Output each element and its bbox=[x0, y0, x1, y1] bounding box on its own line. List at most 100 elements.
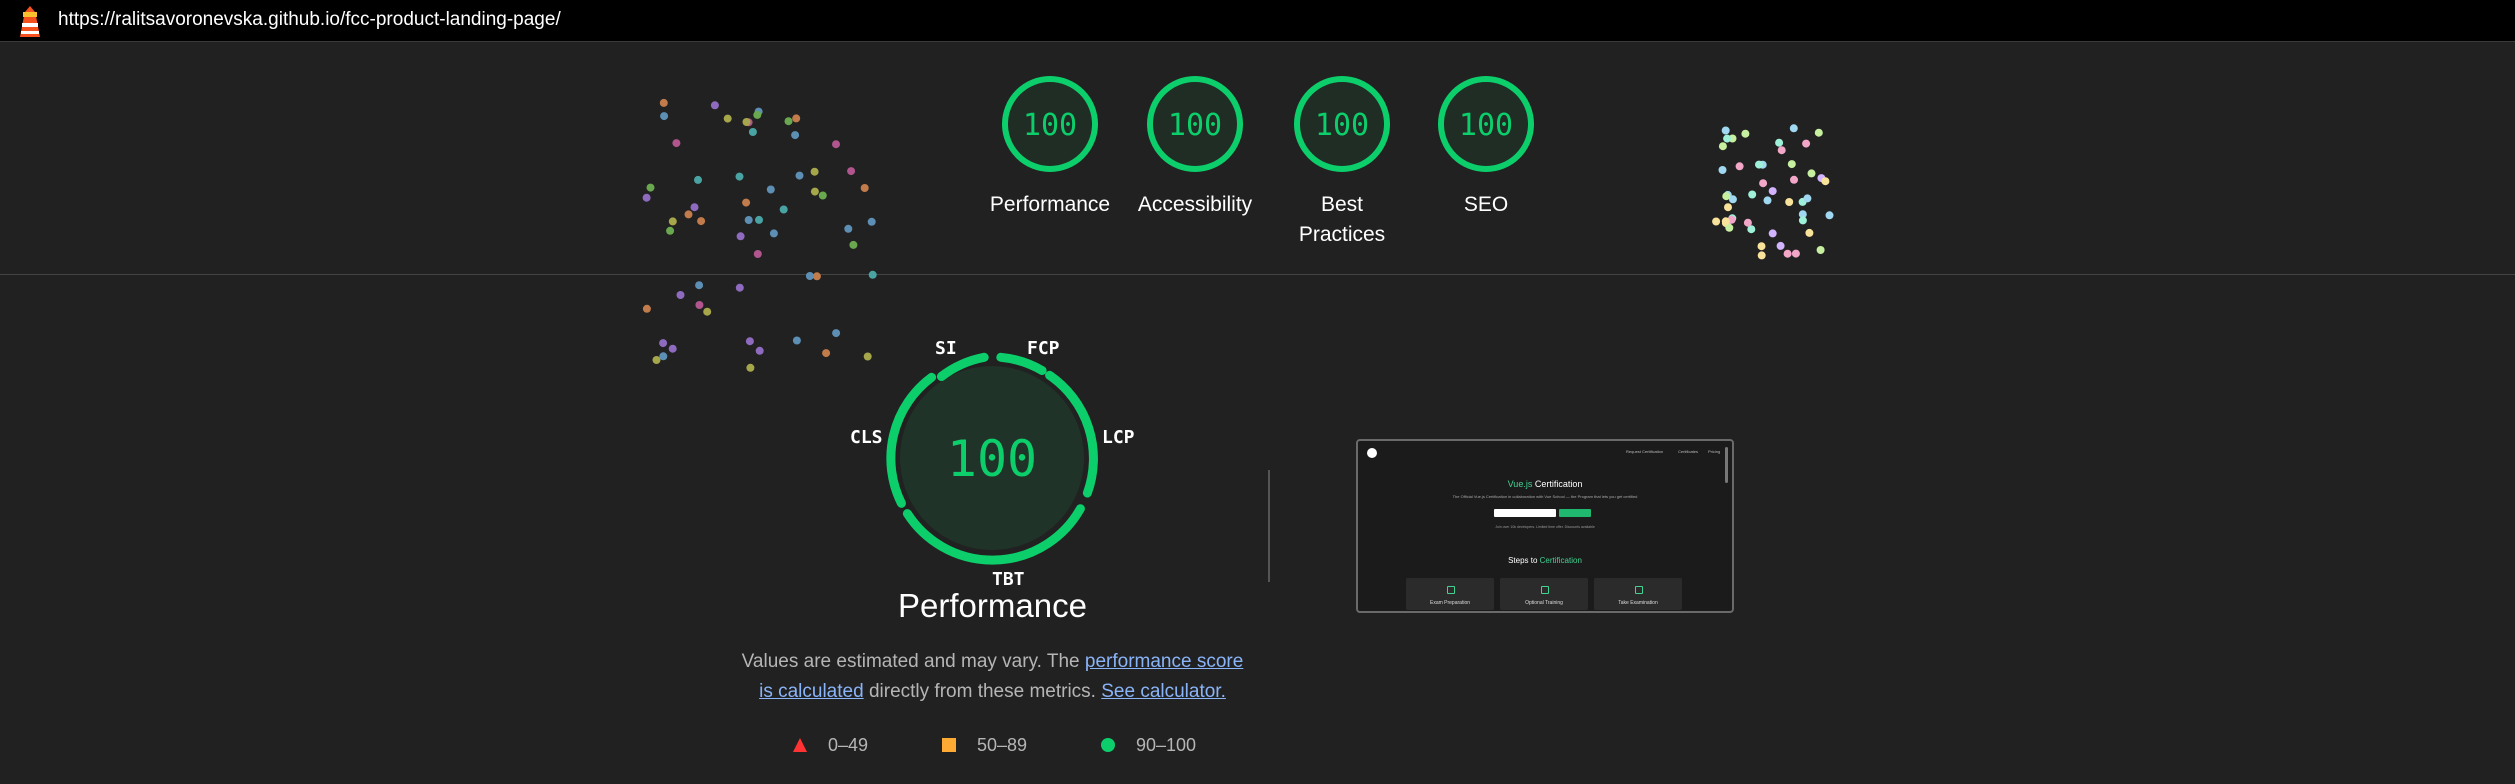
confetti-dot bbox=[860, 184, 869, 192]
square-icon bbox=[942, 738, 956, 752]
confetti-dot bbox=[668, 344, 677, 353]
confetti-dot bbox=[1768, 229, 1777, 238]
confetti-dot bbox=[1768, 187, 1777, 196]
thumb-title: Vue.js Certification bbox=[1358, 479, 1732, 489]
thumb-cta-button bbox=[1559, 509, 1591, 517]
gauge-seo[interactable]: 100 SEO bbox=[1411, 72, 1561, 220]
score-value: 100 bbox=[1168, 108, 1222, 143]
confetti-dot bbox=[1776, 241, 1785, 250]
confetti-dot bbox=[660, 112, 669, 121]
metric-lcp: LCP bbox=[1102, 427, 1135, 448]
confetti-dot bbox=[1712, 217, 1721, 226]
confetti-dot bbox=[791, 131, 800, 140]
confetti-dot bbox=[742, 118, 751, 126]
confetti-dot bbox=[755, 215, 763, 224]
thumb-card-label: Optional Training bbox=[1525, 600, 1563, 606]
gauge-accessibility[interactable]: 100 Accessibility bbox=[1120, 72, 1270, 220]
triangle-icon bbox=[793, 738, 807, 752]
confetti-dot bbox=[668, 217, 677, 226]
confetti-dot bbox=[710, 101, 719, 110]
confetti-dot bbox=[1721, 126, 1730, 135]
thumb-steps-prefix: Steps to bbox=[1508, 556, 1540, 565]
confetti-dot bbox=[1814, 128, 1823, 137]
confetti-dot bbox=[676, 291, 685, 299]
confetti-dot bbox=[666, 226, 675, 235]
confetti-dot bbox=[1757, 251, 1766, 260]
site-logo-icon bbox=[1367, 448, 1377, 458]
metric-si: SI bbox=[935, 338, 957, 359]
description-text: Values are estimated and may vary. The bbox=[741, 651, 1085, 672]
confetti-dot bbox=[1722, 192, 1731, 201]
confetti-dot bbox=[753, 250, 762, 258]
confetti-dot bbox=[1718, 166, 1727, 174]
thumb-nav-item: Pricing bbox=[1708, 449, 1721, 454]
confetti-dot bbox=[695, 301, 704, 309]
confetti-dot bbox=[1777, 146, 1786, 155]
confetti-dot bbox=[746, 363, 755, 372]
confetti-dot bbox=[1721, 217, 1730, 226]
legend-range: 90–100 bbox=[1136, 734, 1197, 755]
score-ring: 100 bbox=[1294, 76, 1390, 172]
confetti-dot bbox=[1741, 129, 1750, 138]
confetti-dot bbox=[792, 336, 801, 345]
card-icon bbox=[1541, 586, 1549, 594]
confetti-dot bbox=[646, 183, 655, 192]
confetti-dot bbox=[652, 356, 661, 364]
confetti-dot bbox=[849, 240, 858, 249]
confetti-dot bbox=[697, 217, 706, 226]
confetti-dot bbox=[659, 98, 668, 107]
gauge-performance[interactable]: 100 Performance bbox=[975, 72, 1125, 220]
confetti-dot bbox=[1791, 249, 1800, 258]
performance-description: Values are estimated and may vary. The p… bbox=[740, 647, 1245, 707]
confetti-dot bbox=[844, 224, 853, 233]
thumb-title-rest: Certification bbox=[1532, 479, 1583, 489]
confetti-dot bbox=[672, 139, 681, 148]
confetti-dot bbox=[805, 272, 814, 280]
thumb-card: Exam Preparation bbox=[1406, 578, 1494, 610]
confetti-dot bbox=[1757, 242, 1766, 251]
confetti-dot bbox=[1748, 190, 1757, 199]
confetti-dot bbox=[1763, 196, 1772, 205]
see-calculator-link[interactable]: See calculator. bbox=[1101, 681, 1226, 702]
score-ring: 100 bbox=[1002, 76, 1098, 172]
confetti-dot bbox=[832, 329, 841, 338]
confetti-dot bbox=[1755, 160, 1763, 169]
metric-fcp: FCP bbox=[1027, 338, 1060, 359]
confetti-dot bbox=[1821, 177, 1830, 186]
score-value: 100 bbox=[1023, 108, 1077, 143]
confetti-dot bbox=[1718, 142, 1727, 151]
metric-cls: CLS bbox=[850, 427, 883, 448]
thumb-note: Join over 10k developers. Limited time o… bbox=[1495, 525, 1595, 529]
confetti-dot bbox=[684, 210, 693, 219]
thumb-email-input bbox=[1494, 509, 1556, 517]
confetti-dot bbox=[1787, 160, 1796, 169]
confetti-dot bbox=[779, 205, 788, 214]
lighthouse-icon bbox=[20, 6, 40, 37]
thumb-card: Take Examination bbox=[1594, 578, 1682, 610]
final-screenshot-thumbnail[interactable]: Request Certification Certificates Prici… bbox=[1356, 439, 1734, 613]
score-label: SEO bbox=[1463, 193, 1509, 216]
confetti-dot bbox=[1805, 228, 1814, 237]
description-text: directly from these metrics. bbox=[863, 681, 1102, 702]
score-ring: 100 bbox=[1438, 76, 1534, 172]
confetti-dot bbox=[755, 346, 764, 355]
confetti-dot bbox=[659, 352, 668, 361]
confetti-dot bbox=[792, 114, 801, 123]
thumb-steps-accent: Certification bbox=[1539, 556, 1582, 565]
confetti-dot bbox=[822, 349, 831, 358]
confetti-dot bbox=[1783, 249, 1792, 258]
thumb-steps-heading: Steps to Certification bbox=[1358, 556, 1732, 565]
confetti-dot bbox=[1743, 218, 1752, 227]
confetti-dot bbox=[1816, 246, 1825, 254]
confetti-dot bbox=[1735, 162, 1744, 171]
score-value: 100 bbox=[1315, 108, 1369, 143]
confetti-dot bbox=[1803, 194, 1812, 203]
card-icon bbox=[1635, 586, 1643, 594]
legend-range: 0–49 bbox=[828, 734, 869, 755]
card-icon bbox=[1447, 586, 1455, 594]
page-url[interactable]: https://ralitsavoronevska.github.io/fcc-… bbox=[58, 9, 561, 31]
confetti-dot bbox=[1825, 211, 1834, 220]
confetti-dot bbox=[810, 187, 819, 196]
confetti-dot bbox=[748, 128, 757, 136]
gauge-best-practices[interactable]: 100 Best Practices bbox=[1266, 72, 1418, 250]
